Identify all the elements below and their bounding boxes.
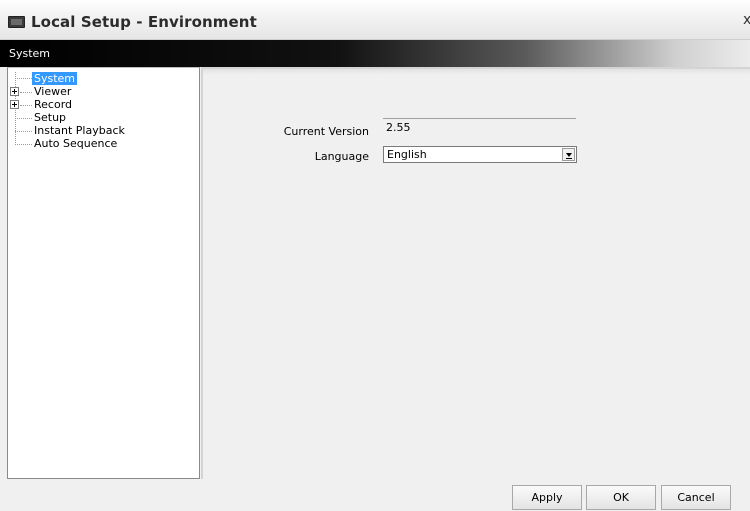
ok-button[interactable]: OK [586, 485, 656, 510]
current-version-field: 2.55 [383, 118, 576, 136]
title-bar: Local Setup - Environment x [0, 0, 750, 40]
tree-item-instant-playback[interactable]: Instant Playback [32, 124, 127, 137]
tree-connector-line [20, 105, 32, 106]
section-header: System [0, 40, 750, 67]
tree-item-label: Setup [34, 111, 67, 124]
tree-item-setup[interactable]: Setup [32, 111, 68, 124]
tree-item-auto-sequence[interactable]: Auto Sequence [32, 137, 119, 150]
current-version-value: 2.55 [386, 121, 411, 134]
apply-button[interactable]: Apply [512, 485, 582, 510]
tree-item-label: Record [34, 98, 73, 111]
chevron-down-icon[interactable] [562, 148, 575, 161]
section-header-title: System [9, 47, 51, 60]
tree-item-label: Auto Sequence [34, 137, 118, 150]
tree-connector-line [15, 78, 32, 79]
current-version-label: Current Version [283, 125, 369, 138]
tree-connector-line [15, 118, 32, 119]
settings-tree: System Viewer Record Setup Instant Playb… [7, 67, 200, 479]
tree-connector-line [15, 144, 32, 145]
tree-item-viewer[interactable]: Viewer [32, 85, 73, 98]
language-select[interactable]: English [383, 146, 577, 163]
language-label: Language [314, 150, 369, 163]
app-window-icon [8, 16, 25, 28]
language-selected-value: English [387, 148, 427, 161]
tree-item-label: Viewer [34, 85, 72, 98]
tree-item-label: System [32, 72, 78, 85]
cancel-button[interactable]: Cancel [661, 485, 731, 510]
expand-plus-icon[interactable] [10, 100, 19, 109]
tree-item-label: Instant Playback [34, 124, 125, 137]
window-title: Local Setup - Environment [31, 13, 257, 31]
tree-connector-line [15, 131, 32, 132]
close-icon[interactable]: x [743, 12, 750, 28]
tree-item-system[interactable]: System [32, 72, 78, 85]
panel-inset-shade [203, 69, 750, 75]
tree-item-record[interactable]: Record [32, 98, 74, 111]
expand-plus-icon[interactable] [10, 87, 19, 96]
tree-connector-line [20, 92, 32, 93]
